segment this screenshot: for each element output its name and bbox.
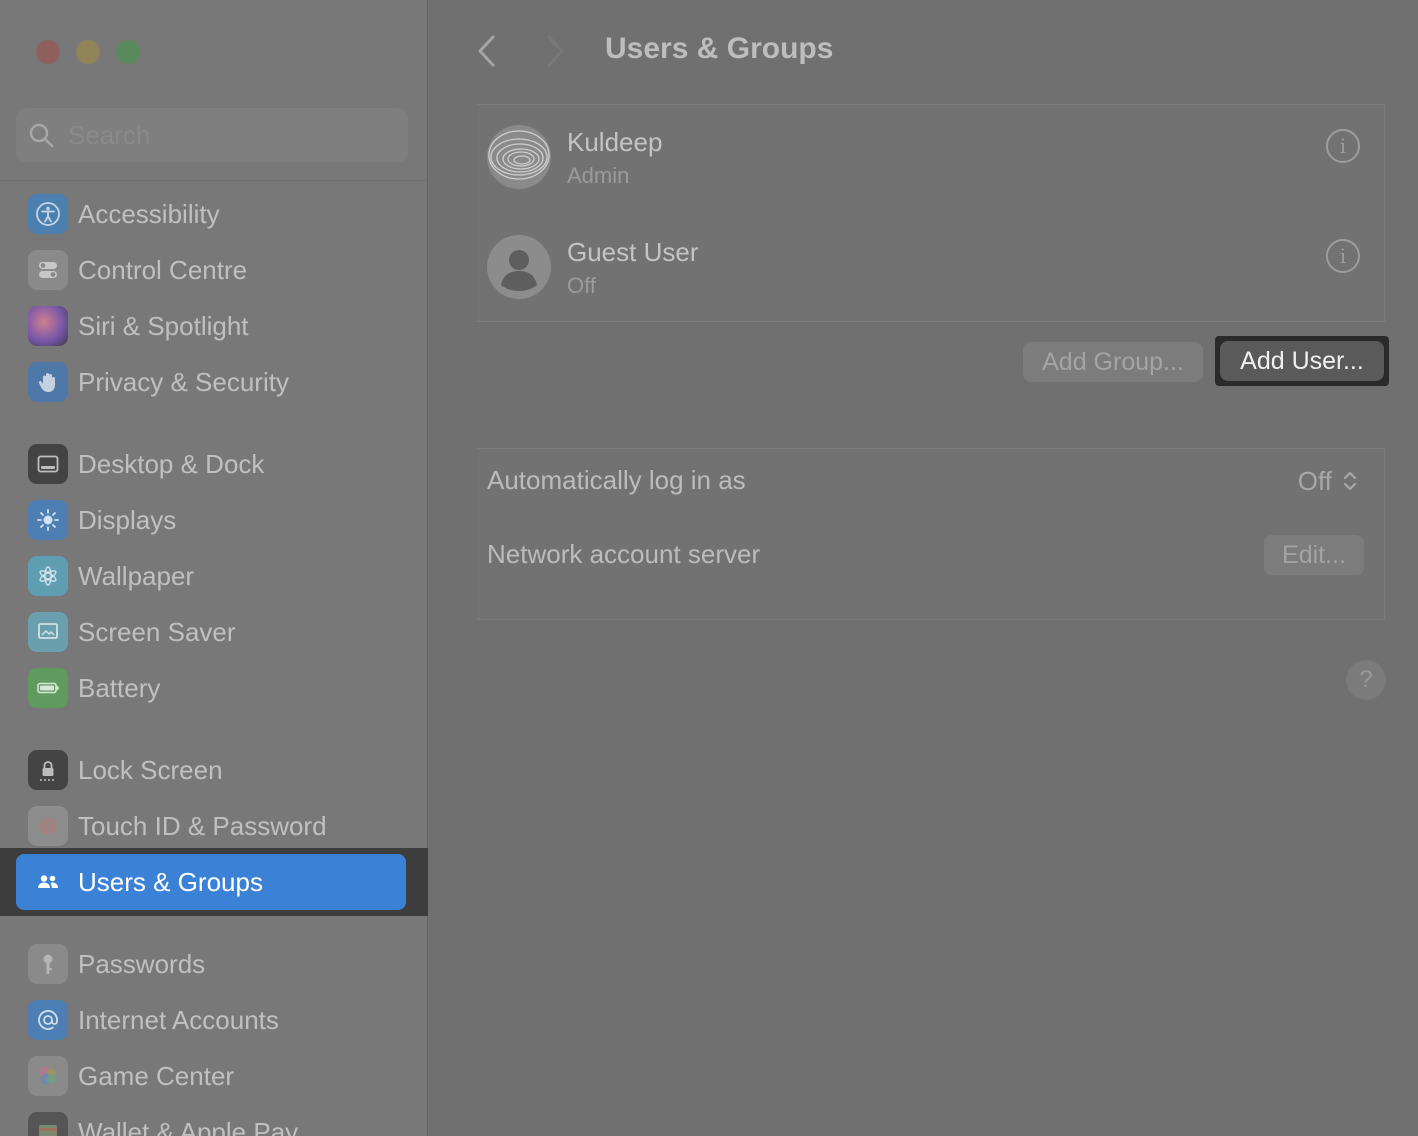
sidebar-item-label: Accessibility: [78, 198, 220, 229]
sidebar-item-label: Passwords: [78, 948, 206, 979]
add-user-button[interactable]: Add User...: [1220, 341, 1384, 381]
zoom-window-button[interactable]: [116, 40, 140, 64]
search-icon: [29, 123, 54, 148]
person-avatar-icon: [487, 235, 551, 299]
sidebar-item-label: Battery: [78, 672, 161, 703]
sidebar-item-wallpaper[interactable]: Wallpaper: [16, 548, 406, 604]
at-icon: [28, 1000, 68, 1040]
user-role: Off: [567, 273, 596, 298]
minimize-window-button[interactable]: [76, 40, 100, 64]
fingerprint-avatar-icon: [487, 125, 551, 189]
sidebar-item-label: Control Centre: [78, 254, 248, 285]
chevron-updown-icon: [1343, 471, 1357, 491]
auto-login-label: Automatically log in as: [487, 465, 746, 495]
sidebar-item-wallet[interactable]: Wallet & Apple Pay: [16, 1104, 406, 1136]
add-group-button[interactable]: Add Group...: [1023, 342, 1203, 382]
help-button[interactable]: ?: [1346, 660, 1386, 700]
info-icon[interactable]: i: [1326, 239, 1360, 273]
login-settings-panel: Automatically log in as Off Network acco…: [477, 448, 1385, 620]
user-row-guest[interactable]: Guest User Off i: [487, 215, 1384, 315]
dock-icon: [28, 444, 68, 484]
sidebar-item-label: Wallpaper: [78, 560, 195, 591]
auto-login-popup[interactable]: Off: [1298, 463, 1358, 499]
sidebar-item-label: Users & Groups: [78, 866, 263, 897]
search-field[interactable]: [16, 108, 408, 162]
window-controls: [36, 40, 140, 64]
search-input[interactable]: [68, 119, 388, 151]
fingerprint-icon: [28, 806, 68, 846]
hand-icon: [28, 362, 68, 402]
sidebar-item-label: Displays: [78, 504, 177, 535]
battery-icon: [28, 668, 68, 708]
sidebar-item-label: Screen Saver: [78, 616, 236, 647]
sidebar: Accessibility Control Centre Siri & Spot…: [0, 0, 428, 1136]
wallpaper-icon: [28, 556, 68, 596]
key-icon: [28, 944, 68, 984]
edit-network-server-button[interactable]: Edit...: [1264, 535, 1364, 575]
page-title: Users & Groups: [605, 32, 834, 65]
sidebar-item-screen-saver[interactable]: Screen Saver: [16, 604, 406, 660]
user-name: Kuldeep: [567, 127, 663, 157]
sidebar-item-accessibility[interactable]: Accessibility: [16, 186, 406, 242]
sidebar-item-label: Lock Screen: [78, 754, 223, 785]
sidebar-item-privacy-security[interactable]: Privacy & Security: [16, 354, 406, 410]
lock-icon: [28, 750, 68, 790]
sidebar-item-users-groups[interactable]: Users & Groups: [16, 854, 406, 910]
info-icon[interactable]: i: [1326, 129, 1360, 163]
screen-saver-icon: [28, 612, 68, 652]
user-role: Admin: [567, 163, 630, 188]
sidebar-item-game-center[interactable]: Game Center: [16, 1048, 406, 1104]
sidebar-item-label: Privacy & Security: [78, 366, 289, 397]
chevron-left-icon[interactable]: [473, 32, 501, 70]
sidebar-item-passwords[interactable]: Passwords: [16, 936, 406, 992]
auto-login-value: Off: [1297, 465, 1332, 496]
wallet-icon: [28, 1112, 68, 1136]
users-icon: [28, 862, 68, 902]
sidebar-item-label: Wallet & Apple Pay: [78, 1116, 299, 1136]
sidebar-item-control-centre[interactable]: Control Centre: [16, 242, 406, 298]
sidebar-item-internet-accounts[interactable]: Internet Accounts: [16, 992, 406, 1048]
sun-icon: [28, 500, 68, 540]
sidebar-item-desktop-dock[interactable]: Desktop & Dock: [16, 436, 406, 492]
sidebar-item-label: Desktop & Dock: [78, 448, 265, 479]
main-content: Users & Groups Kuldeep Admin i Guest Use…: [429, 0, 1418, 1136]
siri-icon: [28, 306, 68, 346]
user-row-kuldeep[interactable]: Kuldeep Admin i: [487, 105, 1384, 205]
game-center-icon: [28, 1056, 68, 1096]
sidebar-item-siri-spotlight[interactable]: Siri & Spotlight: [16, 298, 406, 354]
sidebar-item-displays[interactable]: Displays: [16, 492, 406, 548]
accessibility-icon: [28, 194, 68, 234]
user-name: Guest User: [567, 237, 699, 267]
sidebar-item-lock-screen[interactable]: Lock Screen: [16, 742, 406, 798]
control-centre-icon: [28, 250, 68, 290]
sidebar-item-label: Siri & Spotlight: [78, 310, 249, 341]
sidebar-item-label: Internet Accounts: [78, 1004, 279, 1035]
sidebar-item-label: Touch ID & Password: [78, 810, 327, 841]
sidebar-divider: [0, 180, 428, 181]
chevron-right-icon[interactable]: [541, 32, 569, 70]
users-list: Kuldeep Admin i Guest User Off i: [477, 104, 1385, 322]
close-window-button[interactable]: [36, 40, 60, 64]
sidebar-item-touch-id[interactable]: Touch ID & Password: [16, 798, 406, 854]
sidebar-item-battery[interactable]: Battery: [16, 660, 406, 716]
network-server-label: Network account server: [487, 539, 761, 569]
sidebar-item-label: Game Center: [78, 1060, 235, 1091]
